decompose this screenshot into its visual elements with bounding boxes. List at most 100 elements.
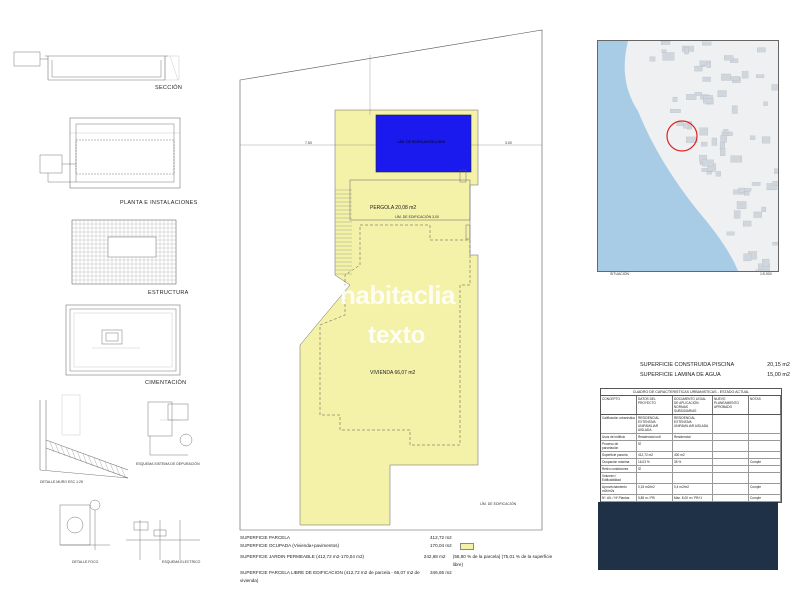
table-cell: Volumen / Edificabilidad (601, 473, 637, 483)
surface-note (460, 542, 474, 553)
pool-surface-built-value: 20,15 m2 (767, 362, 790, 368)
map-building (762, 258, 770, 267)
surface-label: SUPERFICIE JARDIN PERMEABLE (412,72 m2-1… (240, 554, 365, 559)
surface-row: SUPERFICIE OCUPADA (Vivienda+pavimentos)… (240, 542, 560, 553)
surface-label: SUPERFICIE PARCELA (240, 535, 290, 540)
map-building (701, 141, 708, 147)
map-building (684, 47, 689, 55)
table-cell: Aprovechamiento m2t/m2s (601, 484, 637, 494)
table-cell: Nº. Alt. / Nº Plantas (601, 495, 637, 501)
map-building (750, 135, 756, 140)
table-cell: Residencial unif. (637, 434, 673, 440)
label-cimentacion: CIMENTACIÓN (145, 380, 187, 386)
table-cell (713, 495, 749, 501)
light-detail-drawing (59, 499, 110, 550)
table-cell (637, 473, 673, 483)
map-building (730, 76, 740, 81)
map-building (702, 41, 712, 46)
map-building (670, 108, 681, 113)
table-cell (713, 466, 749, 472)
section-drawing (13, 51, 180, 81)
map-building (702, 159, 714, 167)
label-esquema-depuracion: ESQUEMA SISTEMA DE DEPURACIÓN (136, 462, 200, 466)
table-header-cell: DATOS DEL PROYECTO (637, 396, 673, 414)
map-building (683, 123, 690, 129)
table-row: Volumen / Edificabilidad (601, 473, 781, 484)
surface-row: SUPERFICIE PARCELA LIBRE DE EDIFICACION … (240, 569, 560, 585)
electric-scheme-drawing (126, 520, 200, 560)
table-cell: Usos del edificio (601, 434, 637, 440)
map-building (772, 241, 778, 246)
table-cell (749, 452, 781, 458)
info-panel (598, 502, 778, 570)
pool-surface-water-value: 15,00 m2 (767, 372, 790, 378)
surface-label: SUPERFICIE OCUPADA (Vivienda+pavimentos) (240, 543, 340, 548)
table-cell (713, 452, 749, 458)
label-esquema-electrico: ESQUEMA ELECTRICO (162, 560, 201, 564)
map-building (702, 76, 711, 82)
table-cell (749, 441, 781, 451)
table-cell: 16,03 % (637, 459, 673, 465)
map-building (649, 56, 656, 62)
situation-label: SITUACIÓN (610, 272, 630, 276)
table-cell: Proceso de parcelación (601, 441, 637, 451)
table-cell: Máx. 8,00 m / PB+1 (673, 495, 713, 501)
table-cell: SÍ (637, 466, 673, 472)
dim-left-label: 7.50 (305, 141, 312, 145)
label-planta-instalaciones: PLANTA E INSTALACIONES (120, 200, 198, 206)
situation-frame (597, 40, 784, 277)
map-building (715, 171, 721, 177)
wall-detail-drawing (39, 394, 129, 479)
pool-surface-water-label: SUPERFICIE LAMINA DE AGUA (640, 372, 721, 378)
table-row: Nº. Alt. / Nº Plantas 5,85 m / PB Máx. 8,0… (601, 495, 781, 502)
map-building (672, 96, 678, 102)
surface-value: 242,68 m2 (423, 554, 446, 559)
map-building (702, 98, 714, 104)
map-building (753, 211, 762, 218)
table-cell (749, 473, 781, 483)
table-row: Calificación urbanística RESIDENCIAL EXTE… (601, 415, 781, 434)
map-building (660, 41, 671, 45)
map-building (706, 62, 711, 68)
map-building (751, 182, 761, 186)
purification-scheme-drawing (147, 401, 193, 456)
watermark-text: texto (368, 322, 426, 349)
map-building (755, 74, 765, 78)
table-header-cell: CONCEPTO (601, 396, 637, 414)
map-building (761, 206, 767, 212)
vivienda-label: VIVIENDA 66,07 m2 (370, 370, 416, 376)
map-building (771, 84, 780, 91)
table-cell: 35 % (673, 459, 713, 465)
table-cell: Superficie parcela (601, 452, 637, 458)
map-building (724, 55, 734, 61)
label-detalle-foco: DETALLE FOCO (72, 560, 99, 564)
table-cell: 0,4 m2/m2 (673, 484, 713, 494)
legend-swatch (460, 543, 474, 550)
table-cell: Ocupación máxima (601, 459, 637, 465)
map-building (711, 137, 718, 146)
map-building (717, 90, 727, 97)
map-building (755, 269, 767, 277)
table-cell: Retiro condiciones (601, 466, 637, 472)
surface-value: 412,72 m2 (430, 535, 452, 540)
map-building (772, 181, 780, 186)
map-building (736, 201, 747, 209)
watermark-brand: habitaclia (340, 280, 455, 310)
pool-surface-built-label: SUPERFICIE CONSTRUIDA PISCINA (640, 362, 735, 368)
label-detalle-muro: DETALLE MURO ESC 1:25 (40, 480, 83, 484)
surface-value: 170,04 m2 (430, 543, 452, 548)
table-cell (713, 473, 749, 483)
table-cell (749, 466, 781, 472)
table-cell: Residencial (673, 434, 713, 440)
foundation-drawing (65, 304, 181, 376)
table-cell (749, 415, 781, 433)
surface-note: (58,80 % de la parcela) (75,01 % de la s… (452, 554, 553, 567)
map-building (676, 122, 684, 127)
table-cell: RESIDENCIAL EXTENSIVA UNIFAMILIAR AISLAD… (637, 415, 673, 433)
table-cell: Cumple (749, 484, 781, 494)
map-building (731, 105, 738, 114)
map-building (733, 210, 741, 219)
surface-label: SUPERFICIE PARCELA LIBRE DE EDIFICACION … (240, 570, 420, 583)
table-row: Aprovechamiento m2t/m2s 0,15 m2/m2 0,4 m2/… (601, 484, 781, 495)
map-building (761, 136, 771, 144)
